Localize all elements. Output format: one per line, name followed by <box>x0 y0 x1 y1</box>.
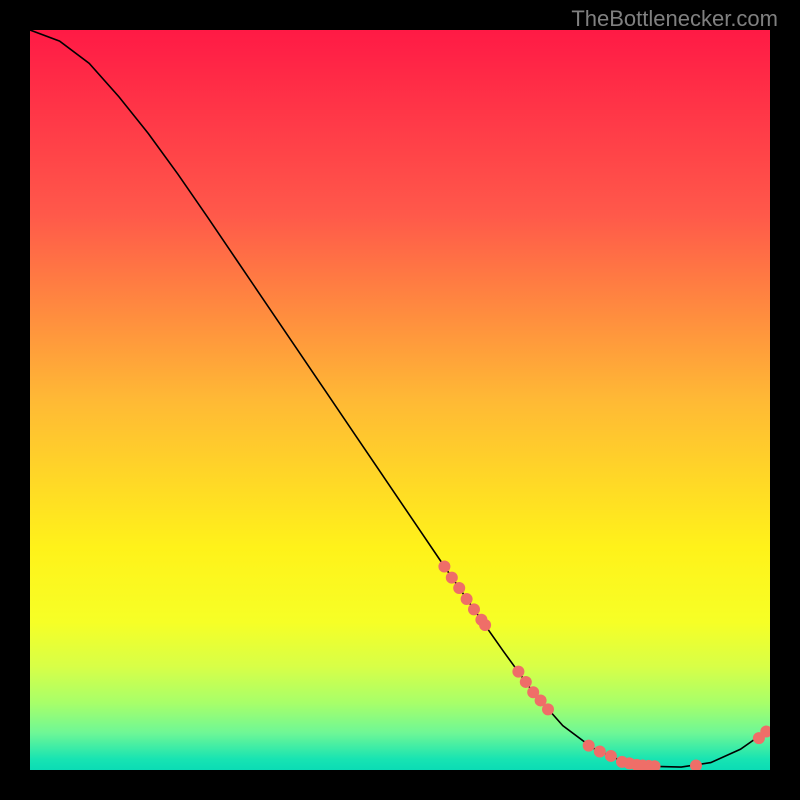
match-dot <box>520 676 532 688</box>
match-dot <box>542 703 554 715</box>
match-dot <box>446 572 458 584</box>
plot-area <box>30 30 770 770</box>
match-dot <box>605 750 617 762</box>
match-dot <box>468 603 480 615</box>
match-dot <box>479 619 491 631</box>
match-dot <box>583 740 595 752</box>
match-dot <box>461 593 473 605</box>
match-dot <box>438 561 450 573</box>
match-dot <box>594 746 606 758</box>
attribution-label: TheBottlenecker.com <box>571 6 778 32</box>
chart-svg <box>30 30 770 770</box>
match-dot <box>512 666 524 678</box>
chart-root: TheBottlenecker.com <box>0 0 800 800</box>
match-dot <box>453 582 465 594</box>
gradient-background <box>30 30 770 770</box>
